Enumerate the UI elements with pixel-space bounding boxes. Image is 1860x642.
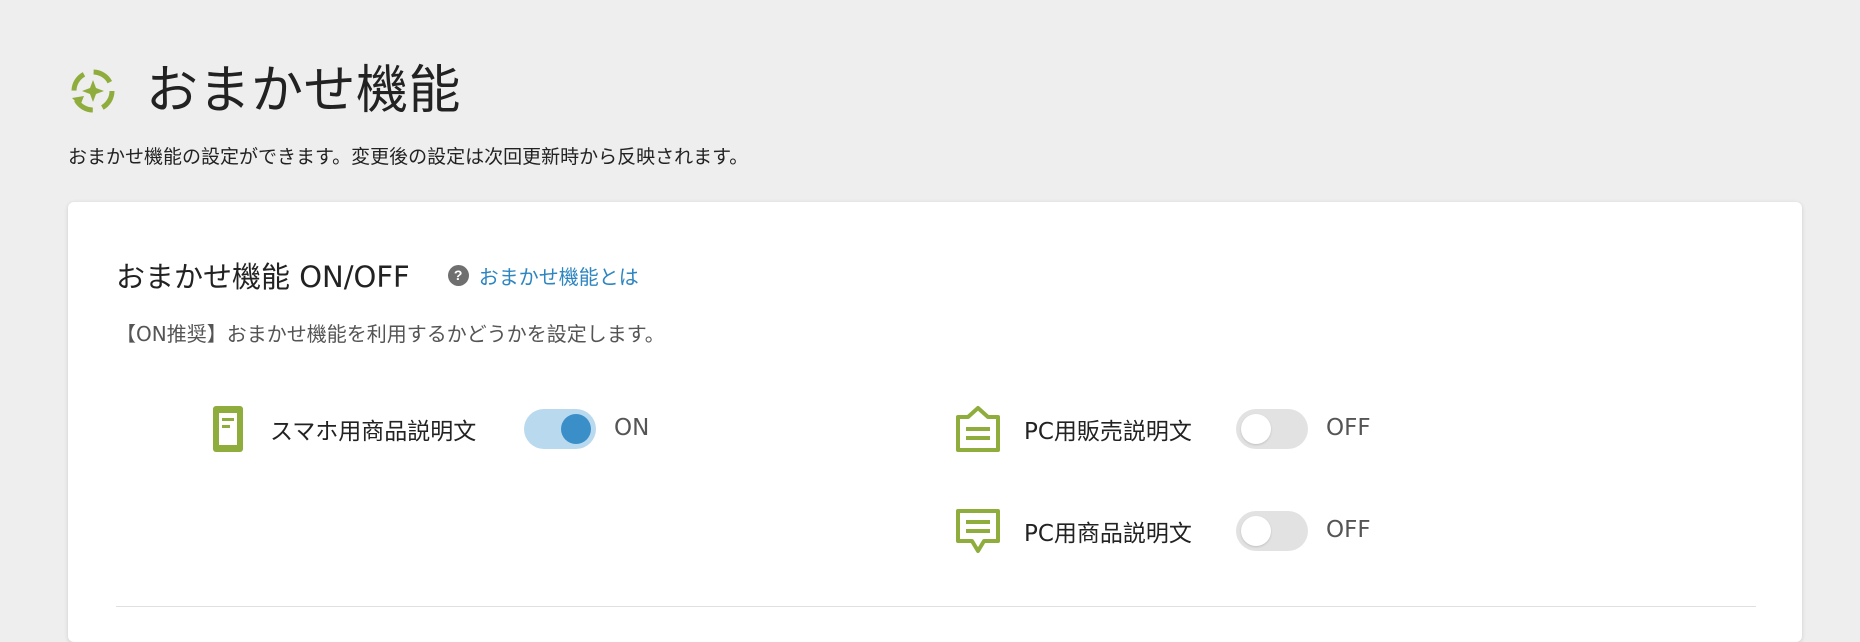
setting-pc-product-description: PC用商品説明文 [954,505,1192,557]
section-description: 【ON推奨】おまかせ機能を利用するかどうかを設定します。 [116,322,665,346]
setting-label: PC用商品説明文 [1024,521,1192,547]
toggle-state-label: ON [614,415,650,441]
auto-sparkle-icon [68,66,118,116]
toggle-smartphone-description[interactable] [524,409,596,449]
help-link-label[interactable]: おまかせ機能とは [479,261,639,290]
toggle-knob [561,414,591,444]
page-description: おまかせ機能の設定ができます。変更後の設定は次回更新時から反映されます。 [68,146,749,168]
page-header: おまかせ機能 [68,56,461,126]
settings-card: おまかせ機能 ON/OFF ? おまかせ機能とは 【ON推奨】おまかせ機能を利用… [68,202,1802,642]
section-title: おまかせ機能 ON/OFF [116,260,410,294]
smartphone-icon [204,404,252,454]
page-title: おまかせ機能 [146,61,462,121]
toggle-state-label: OFF [1326,517,1371,543]
help-link[interactable]: ? おまかせ機能とは [447,261,639,290]
setting-label: スマホ用商品説明文 [270,419,477,445]
section-header: おまかせ機能 ON/OFF ? おまかせ機能とは [116,254,639,296]
toggle-pc-product-description[interactable] [1236,511,1308,551]
toggle-pc-sales-description[interactable] [1236,409,1308,449]
pc-product-description-icon [954,506,1002,556]
setting-smartphone-description: スマホ用商品説明文 [204,403,476,455]
setting-pc-sales-description: PC用販売説明文 [954,403,1192,455]
section-divider [116,606,1756,607]
question-circle-icon: ? [447,264,469,286]
toggle-knob [1241,414,1271,444]
toggle-knob [1241,516,1271,546]
toggle-state-label: OFF [1326,415,1371,441]
pc-sales-description-icon [954,404,1002,454]
setting-label: PC用販売説明文 [1024,419,1192,445]
